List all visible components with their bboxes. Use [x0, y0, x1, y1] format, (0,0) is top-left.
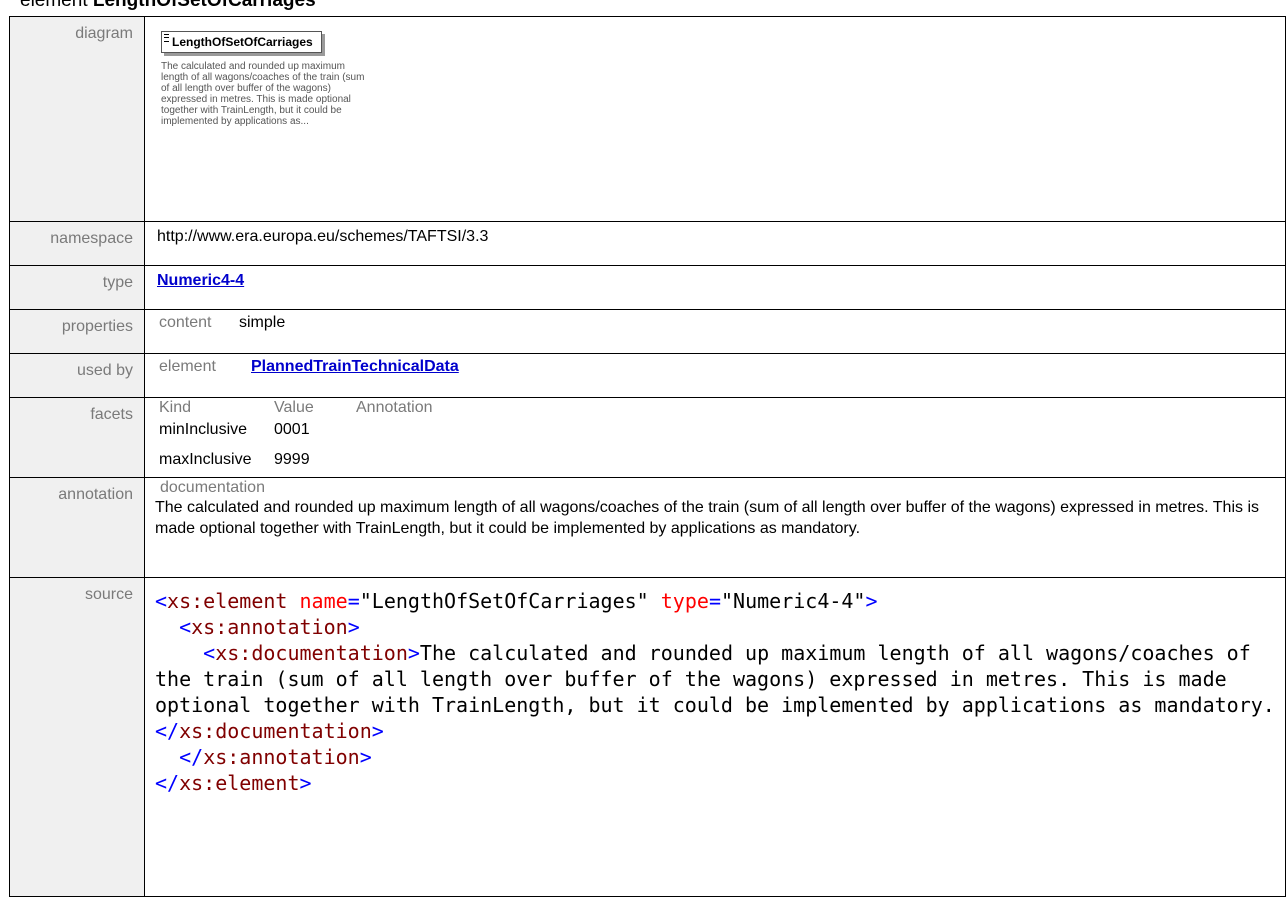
source-code: <xs:element name="LengthOfSetOfCarriages…: [155, 589, 1275, 795]
row-used-by: used by element PlannedTrainTechnicalData: [9, 353, 1286, 398]
label-namespace: namespace: [9, 221, 145, 266]
xml-attr-value: "Numeric4-4": [720, 589, 866, 613]
facets-cell: Kind Value Annotation minInclusive 0001 …: [144, 397, 1286, 478]
xml-attr: name: [299, 589, 348, 613]
element-doc-table: diagram LengthOfSetOfCarriages The calcu…: [9, 16, 1286, 897]
diagram-doc-preview: The calculated and rounded up maximum le…: [161, 61, 365, 127]
row-type: type Numeric4-4: [9, 265, 1286, 310]
properties-cell: content simple: [144, 309, 1286, 354]
facet-annotation: [356, 449, 476, 471]
property-key: content: [159, 314, 212, 331]
facets-header-kind: Kind: [159, 399, 192, 416]
namespace-value: http://www.era.europa.eu/schemes/TAFTSI/…: [144, 221, 1286, 266]
page-heading: element LengthOfSetOfCarriages: [20, 0, 316, 11]
facets-header-value: Value: [274, 399, 314, 416]
label-source: source: [9, 577, 145, 897]
type-cell: Numeric4-4: [144, 265, 1286, 310]
facet-value: 0001: [274, 421, 310, 438]
diagram-box-label: LengthOfSetOfCarriages: [172, 35, 313, 49]
xml-attr: type: [660, 589, 709, 613]
facets-table: Kind Value Annotation minInclusive 0001 …: [159, 399, 1285, 471]
facet-value: 9999: [274, 451, 310, 468]
label-type: type: [9, 265, 145, 310]
facet-kind: maxInclusive: [159, 451, 252, 468]
row-source: source <xs:element name="LengthOfSetOfCa…: [9, 577, 1286, 897]
row-namespace: namespace http://www.era.europa.eu/schem…: [9, 221, 1286, 266]
xml-tag: </xs:annotation>: [179, 745, 372, 769]
label-properties: properties: [9, 309, 145, 354]
facets-header-annotation: Annotation: [356, 399, 433, 416]
heading-element-name: LengthOfSetOfCarriages: [92, 0, 316, 11]
facet-annotation: [356, 419, 476, 441]
row-diagram: diagram LengthOfSetOfCarriages The calcu…: [9, 16, 1286, 222]
label-annotation: annotation: [9, 477, 145, 578]
diagram-cell: LengthOfSetOfCarriages The calculated an…: [144, 16, 1286, 222]
element-glyph-icon: [164, 34, 169, 42]
xml-tag: </xs:element>: [155, 771, 312, 795]
type-link[interactable]: Numeric4-4: [157, 272, 244, 289]
heading-prefix: element: [20, 0, 93, 11]
row-facets: facets Kind Value Annotation minInclusiv…: [9, 397, 1286, 478]
source-cell: <xs:element name="LengthOfSetOfCarriages…: [144, 577, 1286, 897]
xml-tag: <xs:annotation>: [179, 615, 360, 639]
label-diagram: diagram: [9, 16, 145, 222]
annotation-text: The calculated and rounded up maximum le…: [155, 499, 1260, 537]
label-facets: facets: [9, 397, 145, 478]
used-by-kind: element: [159, 358, 216, 375]
xml-tag: </xs:documentation>: [155, 719, 384, 743]
facet-kind: minInclusive: [159, 421, 248, 438]
used-by-cell: element PlannedTrainTechnicalData: [144, 353, 1286, 398]
row-annotation: annotation documentation The calculated …: [9, 477, 1286, 578]
row-properties: properties content simple: [9, 309, 1286, 354]
xml-tag: <xs:documentation>: [203, 641, 420, 665]
diagram-element-box[interactable]: LengthOfSetOfCarriages: [161, 31, 322, 53]
annotation-title: documentation: [160, 479, 265, 496]
label-used-by: used by: [9, 353, 145, 398]
used-by-link[interactable]: PlannedTrainTechnicalData: [251, 358, 459, 375]
xml-attr-value: "LengthOfSetOfCarriages": [359, 589, 649, 613]
annotation-cell: documentation The calculated and rounded…: [144, 477, 1286, 578]
property-value: simple: [239, 314, 286, 331]
xml-tag: <xs:element: [155, 589, 288, 613]
